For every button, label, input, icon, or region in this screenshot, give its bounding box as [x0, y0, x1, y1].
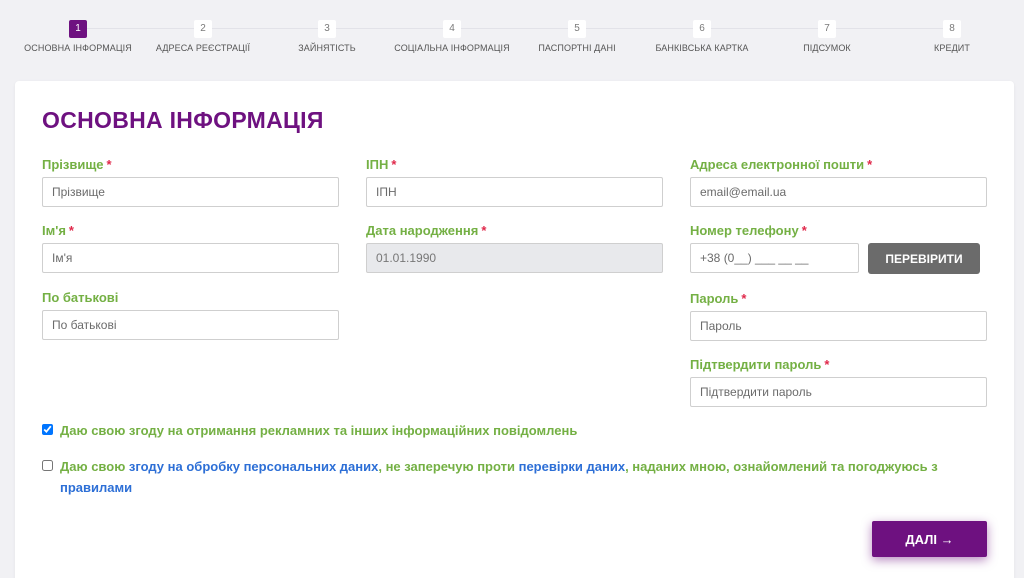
step-number: 2	[194, 20, 212, 38]
rules-link[interactable]: правилами	[60, 480, 132, 495]
marketing-consent-text: Даю свою згоду на отримання рекламних та…	[60, 423, 578, 438]
ipn-field: ІПН *	[366, 157, 663, 207]
surname-input[interactable]	[42, 177, 339, 207]
patronymic-label: По батькові	[42, 290, 119, 305]
form-card: ОСНОВНА ІНФОРМАЦІЯ Прізвище* Ім'я* По ба…	[15, 81, 1014, 578]
step-label: Паспортні дані	[538, 43, 616, 53]
consent-text-part: Даю свою	[60, 459, 129, 474]
ipn-input[interactable]	[366, 177, 663, 207]
birth-date-label: Дата народження	[366, 223, 479, 238]
personal-data-consent-checkbox[interactable]	[42, 460, 53, 471]
confirm-password-label: Підтвердити пароль	[690, 357, 822, 372]
birth-date-input[interactable]	[366, 243, 663, 273]
first-name-label: Ім'я	[42, 223, 66, 238]
step-basic-info[interactable]: 1 Основна інформація	[8, 20, 148, 53]
first-name-field: Ім'я *	[42, 223, 339, 273]
step-number: 6	[693, 20, 711, 38]
required-mark: *	[867, 157, 873, 172]
step-credit[interactable]: 8 Кредит	[882, 20, 1022, 53]
step-label: Адреса реєстрації	[155, 43, 251, 53]
step-number: 4	[443, 20, 461, 38]
phone-label: Номер телефону	[690, 223, 799, 238]
first-name-input[interactable]	[42, 243, 339, 273]
step-label: Основна інформація	[24, 43, 132, 53]
birth-date-field: Дата народження *	[366, 223, 663, 273]
step-number: 5	[568, 20, 586, 38]
marketing-consent: Даю свою згоду на отримання рекламних та…	[42, 420, 990, 441]
step-summary[interactable]: 7 Підсумок	[757, 20, 897, 53]
surname-field: Прізвище *	[42, 157, 339, 207]
confirm-password-input[interactable]	[690, 377, 987, 407]
verify-phone-button[interactable]: ПЕРЕВІРИТИ	[868, 243, 980, 274]
password-label: Пароль	[690, 291, 739, 306]
password-input[interactable]	[690, 311, 987, 341]
confirm-password-field: Підтвердити пароль *	[690, 357, 987, 407]
step-number: 7	[818, 20, 836, 38]
patronymic-input[interactable]	[42, 310, 339, 340]
required-mark: *	[68, 223, 74, 238]
email-label: Адреса електронної пошти	[690, 157, 865, 172]
step-passport-data[interactable]: 5 Паспортні дані	[507, 20, 647, 53]
password-field: Пароль *	[690, 291, 987, 341]
required-mark: *	[801, 223, 807, 238]
next-button[interactable]: ДАЛІ →	[872, 521, 987, 557]
required-mark: *	[391, 157, 397, 172]
consent-text-part: , не заперечую проти	[378, 459, 519, 474]
step-label: Кредит	[934, 43, 970, 53]
required-mark: *	[481, 223, 487, 238]
step-bank-card[interactable]: 6 Банківська картка	[632, 20, 772, 53]
required-mark: *	[824, 357, 830, 372]
step-label: Зайнятість	[298, 43, 356, 53]
required-mark: *	[741, 291, 747, 306]
email-input[interactable]	[690, 177, 987, 207]
personal-data-processing-link[interactable]: згоду на обробку персональних даних	[129, 459, 378, 474]
step-label: Соціальна інформація	[394, 43, 510, 53]
consent-text-part: , наданих мною, ознайомлений та погоджую…	[625, 459, 938, 474]
marketing-consent-checkbox[interactable]	[42, 424, 53, 435]
step-number: 3	[318, 20, 336, 38]
progress-stepper: 1 Основна інформація 2 Адреса реєстрації…	[0, 0, 1024, 70]
step-label: Підсумок	[803, 43, 851, 53]
step-number: 8	[943, 20, 961, 38]
step-social-info[interactable]: 4 Соціальна інформація	[382, 20, 522, 53]
step-number: 1	[69, 20, 87, 38]
surname-label: Прізвище	[42, 157, 104, 172]
phone-input[interactable]	[690, 243, 859, 273]
personal-data-consent-text: Даю свою згоду на обробку персональних д…	[42, 456, 990, 498]
ipn-label: ІПН	[366, 157, 389, 172]
step-label: Банківська картка	[655, 43, 749, 53]
personal-data-consent: Даю свою згоду на обробку персональних д…	[42, 456, 990, 498]
step-registration-address[interactable]: 2 Адреса реєстрації	[133, 20, 273, 53]
step-employment[interactable]: 3 Зайнятість	[257, 20, 397, 53]
patronymic-field: По батькові	[42, 290, 339, 340]
form-title: ОСНОВНА ІНФОРМАЦІЯ	[42, 107, 324, 133]
phone-field: Номер телефону* ПЕРЕВІРИТИ	[690, 223, 987, 274]
email-field: Адреса електронної пошти *	[690, 157, 987, 207]
required-mark: *	[106, 157, 112, 172]
data-verification-link[interactable]: перевірки даних	[519, 459, 625, 474]
